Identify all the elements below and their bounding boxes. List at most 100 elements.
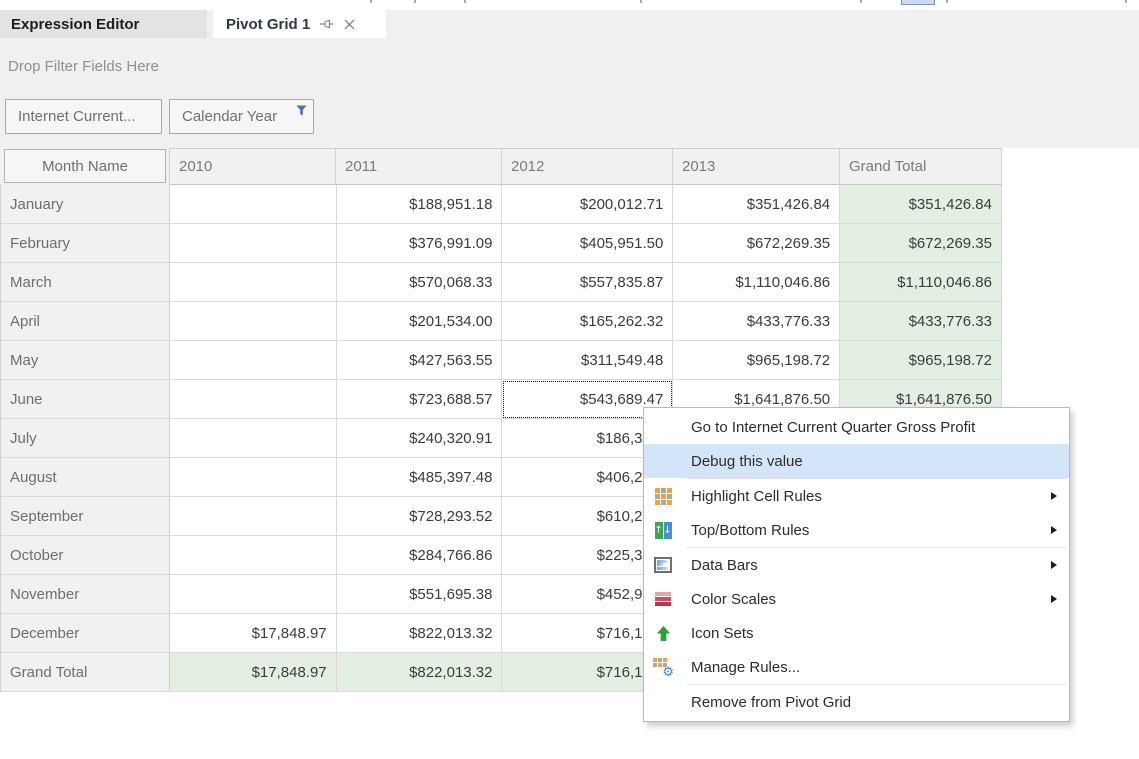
- column-header-2010[interactable]: 2010: [169, 148, 336, 185]
- pivot-cell[interactable]: $351,426.84: [673, 185, 840, 224]
- pivot-cell[interactable]: $311,549.48: [502, 341, 673, 380]
- clipped-toolbar-button-fragment: [901, 0, 935, 5]
- pivot-cell[interactable]: $965,198.72: [673, 341, 840, 380]
- column-header-grand-total[interactable]: Grand Total: [840, 148, 1002, 185]
- row-header-march[interactable]: March: [1, 263, 170, 302]
- submenu-arrow-icon: [1051, 526, 1057, 534]
- clipped-toolbar-fragment: [860, 0, 862, 3]
- pivot-row: April$201,534.00$165,262.32$433,776.33$4…: [1, 302, 1002, 341]
- color-scales-icon: [653, 589, 673, 609]
- pivot-cell[interactable]: $201,534.00: [337, 302, 503, 341]
- pivot-cell[interactable]: $17,848.97: [170, 614, 337, 653]
- pivot-cell[interactable]: $485,397.48: [337, 458, 503, 497]
- pivot-cell[interactable]: $1,110,046.86: [673, 263, 840, 302]
- menu-item-label: Go to Internet Current Quarter Gross Pro…: [691, 419, 975, 436]
- month-name-field-button[interactable]: Month Name: [4, 149, 166, 183]
- pivot-cell[interactable]: $165,262.32: [502, 302, 673, 341]
- row-header-november[interactable]: November: [1, 575, 170, 614]
- pivot-cell[interactable]: $672,269.35: [840, 224, 1002, 263]
- field-button-calendar-year[interactable]: Calendar Year: [169, 99, 314, 134]
- field-button-label: Calendar Year: [182, 108, 277, 125]
- menu-item-data-bars[interactable]: Data Bars: [644, 548, 1069, 582]
- menu-item-label: Manage Rules...: [691, 659, 800, 676]
- row-header-april[interactable]: April: [1, 302, 170, 341]
- row-header-june[interactable]: June: [1, 380, 170, 419]
- pivot-cell[interactable]: $17,848.97: [170, 653, 337, 692]
- pivot-cell[interactable]: $284,766.86: [337, 536, 503, 575]
- row-header-december[interactable]: December: [1, 614, 170, 653]
- submenu-arrow-icon: [1051, 595, 1057, 603]
- pivot-cell[interactable]: [170, 263, 337, 302]
- menu-item-label: Data Bars: [691, 557, 758, 574]
- menu-item-go-to-internet-current-quarter-gross-profit[interactable]: Go to Internet Current Quarter Gross Pro…: [644, 410, 1069, 444]
- pivot-header-corner: Month Name: [0, 148, 169, 185]
- menu-item-label: Remove from Pivot Grid: [691, 694, 851, 711]
- pivot-cell[interactable]: $427,563.55: [337, 341, 503, 380]
- pivot-cell[interactable]: $376,991.09: [337, 224, 503, 263]
- field-button-label: Internet Current...: [18, 108, 136, 125]
- field-button-internet-current[interactable]: Internet Current...: [5, 99, 162, 134]
- pivot-cell[interactable]: $200,012.71: [502, 185, 673, 224]
- pivot-cell[interactable]: [170, 575, 337, 614]
- menu-item-manage-rules[interactable]: ⚙ Manage Rules...: [644, 650, 1069, 684]
- icon-sets-icon: [653, 623, 673, 643]
- menu-item-color-scales[interactable]: Color Scales: [644, 582, 1069, 616]
- pivot-row: January$188,951.18$200,012.71$351,426.84…: [1, 185, 1002, 224]
- pivot-cell[interactable]: $351,426.84: [840, 185, 1002, 224]
- pin-icon[interactable]: [319, 17, 334, 31]
- pivot-cell[interactable]: $822,013.32: [337, 614, 503, 653]
- pivot-cell[interactable]: [170, 341, 337, 380]
- highlight-cell-rules-icon: [653, 486, 673, 506]
- close-icon[interactable]: [343, 18, 356, 31]
- cell-context-menu: Go to Internet Current Quarter Gross Pro…: [643, 407, 1070, 722]
- pivot-cell[interactable]: $672,269.35: [673, 224, 840, 263]
- row-header-may[interactable]: May: [1, 341, 170, 380]
- pivot-cell[interactable]: $1,110,046.86: [840, 263, 1002, 302]
- column-header-2013[interactable]: 2013: [673, 148, 840, 185]
- filter-funnel-icon[interactable]: [296, 103, 307, 120]
- pivot-cell[interactable]: $822,013.32: [337, 653, 503, 692]
- pivot-cell[interactable]: [170, 536, 337, 575]
- row-header-july[interactable]: July: [1, 419, 170, 458]
- pivot-cell[interactable]: $557,835.87: [502, 263, 673, 302]
- tab-pivot-grid-1[interactable]: Pivot Grid 1: [213, 10, 386, 38]
- row-header-february[interactable]: February: [1, 224, 170, 263]
- pivot-cell[interactable]: $433,776.33: [840, 302, 1002, 341]
- pivot-cell[interactable]: [170, 302, 337, 341]
- row-header-september[interactable]: September: [1, 497, 170, 536]
- clipped-toolbar-fragment: [640, 0, 642, 3]
- pivot-cell[interactable]: [170, 185, 337, 224]
- pivot-cell[interactable]: [170, 224, 337, 263]
- menu-item-top-bottom-rules[interactable]: ↑ ↓ Top/Bottom Rules: [644, 513, 1069, 547]
- clipped-toolbar-fragment: [370, 0, 372, 3]
- menu-item-highlight-cell-rules[interactable]: Highlight Cell Rules: [644, 479, 1069, 513]
- pivot-row: February$376,991.09$405,951.50$672,269.3…: [1, 224, 1002, 263]
- pivot-cell[interactable]: [170, 497, 337, 536]
- field-button-label: Month Name: [42, 158, 128, 175]
- menu-item-debug-this-value[interactable]: Debug this value: [644, 444, 1069, 478]
- row-header-august[interactable]: August: [1, 458, 170, 497]
- pivot-cell[interactable]: [170, 419, 337, 458]
- row-header-january[interactable]: January: [1, 185, 170, 224]
- pivot-cell[interactable]: $405,951.50: [502, 224, 673, 263]
- pivot-cell[interactable]: $551,695.38: [337, 575, 503, 614]
- pivot-cell[interactable]: $188,951.18: [337, 185, 503, 224]
- row-header-october[interactable]: October: [1, 536, 170, 575]
- submenu-arrow-icon: [1051, 561, 1057, 569]
- pivot-cell[interactable]: [170, 380, 337, 419]
- pivot-cell[interactable]: $728,293.52: [337, 497, 503, 536]
- row-header-grand-total[interactable]: Grand Total: [1, 653, 170, 692]
- submenu-arrow-icon: [1051, 492, 1057, 500]
- menu-item-label: Debug this value: [691, 453, 803, 470]
- column-header-2012[interactable]: 2012: [502, 148, 673, 185]
- pivot-cell[interactable]: $433,776.33: [673, 302, 840, 341]
- pivot-cell[interactable]: $240,320.91: [337, 419, 503, 458]
- tab-expression-editor[interactable]: Expression Editor: [0, 10, 207, 38]
- pivot-cell[interactable]: [170, 458, 337, 497]
- pivot-cell[interactable]: $570,068.33: [337, 263, 503, 302]
- pivot-cell[interactable]: $965,198.72: [840, 341, 1002, 380]
- pivot-cell[interactable]: $723,688.57: [337, 380, 503, 419]
- menu-item-icon-sets[interactable]: Icon Sets: [644, 616, 1069, 650]
- menu-item-remove-from-pivot-grid[interactable]: Remove from Pivot Grid: [644, 685, 1069, 719]
- column-header-2011[interactable]: 2011: [336, 148, 502, 185]
